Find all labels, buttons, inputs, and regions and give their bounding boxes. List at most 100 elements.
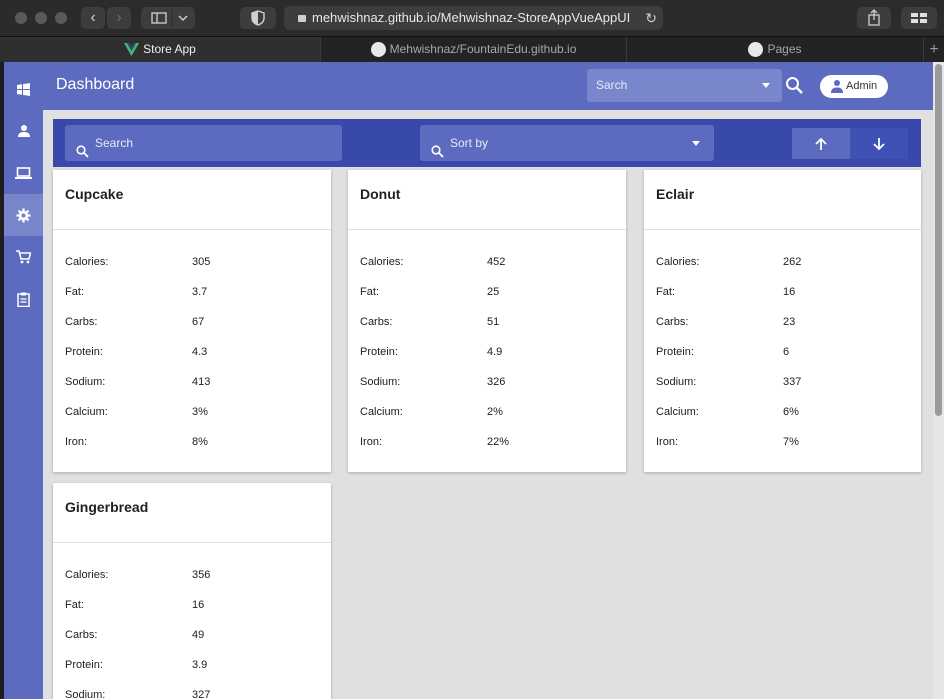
field-label: Iron:	[360, 436, 383, 448]
search-icon	[76, 136, 89, 172]
field-label: Calories:	[65, 256, 109, 268]
drawer-item-devices[interactable]	[4, 152, 43, 194]
list-item: Iron: 8%	[53, 436, 331, 466]
tab-fountainedu[interactable]: Mehwishnaz/FountainEdu.github.io	[321, 37, 627, 62]
field-value: 305	[192, 256, 211, 268]
share-button[interactable]	[857, 7, 891, 29]
drawer-item-settings[interactable]	[4, 194, 43, 236]
tab-store-app[interactable]: Store App	[0, 37, 321, 62]
shield-icon	[251, 10, 265, 26]
field-label: Sodium:	[656, 376, 697, 388]
drawer-item-home[interactable]	[4, 68, 43, 110]
list-item: Carbs: 67	[53, 316, 331, 346]
field-label: Fat:	[65, 286, 84, 298]
field-label: Calcium:	[65, 406, 108, 418]
field-label: Iron:	[656, 436, 679, 448]
tab-overview-button[interactable]	[901, 7, 937, 29]
field-value: 4.9	[487, 346, 503, 358]
field-value: 49	[192, 629, 205, 641]
list-item: Sodium: 326	[348, 376, 626, 406]
field-value: 67	[192, 316, 205, 328]
card-title: Eclair	[644, 170, 921, 230]
top-search-select[interactable]: Sarch	[587, 69, 782, 102]
browser-titlebar: ‹ › mehwishnaz.github.io/Mehwishnaz-Stor…	[0, 0, 944, 36]
arrow-down-icon	[873, 137, 885, 150]
field-value: 23	[783, 316, 796, 328]
github-icon	[370, 42, 386, 58]
sidebar-toggle-button[interactable]	[141, 7, 195, 29]
zoom-window-button[interactable]	[55, 12, 67, 24]
list-item: Calories: 305	[53, 256, 331, 286]
search-icon	[431, 136, 444, 172]
forward-button[interactable]: ›	[107, 7, 131, 29]
sort-placeholder: Sort by	[450, 136, 489, 150]
list-item: Fat: 25	[348, 286, 626, 316]
page-title: Dashboard	[56, 76, 135, 93]
list-item: Iron: 7%	[644, 436, 921, 466]
tab-label: Mehwishnaz/FountainEdu.github.io	[389, 42, 577, 56]
search-input[interactable]: Search	[65, 125, 342, 161]
field-value: 4.3	[192, 346, 208, 358]
scrollbar-thumb[interactable]	[935, 64, 942, 416]
item-card-eclair: Eclair Calories: 262 Fat: 16 Carbs: 23 Prot…	[644, 170, 921, 472]
field-label: Protein:	[65, 346, 103, 358]
list-item: Carbs: 23	[644, 316, 921, 346]
back-button[interactable]: ‹	[81, 7, 105, 29]
field-label: Protein:	[360, 346, 398, 358]
field-label: Fat:	[65, 599, 84, 611]
drawer-item-orders[interactable]	[4, 278, 43, 320]
sort-descending-button[interactable]	[850, 128, 908, 159]
privacy-shield-button[interactable]	[240, 7, 276, 29]
reload-icon[interactable]: ↻	[645, 6, 657, 30]
admin-chip[interactable]: Admin	[820, 75, 888, 98]
field-label: Calories:	[360, 256, 404, 268]
chevron-down-icon	[692, 141, 700, 146]
url-text: mehwishnaz.github.io/Mehwishnaz-StoreApp…	[312, 10, 631, 25]
admin-label: Admin	[846, 80, 878, 92]
field-label: Fat:	[656, 286, 675, 298]
field-label: Calories:	[656, 256, 700, 268]
field-label: Iron:	[65, 436, 88, 448]
vue-logo-icon	[124, 43, 140, 57]
field-label: Carbs:	[360, 316, 393, 328]
item-card-gingerbread: Gingerbread Calories: 356 Fat: 16 Carbs: 49…	[53, 483, 331, 699]
field-label: Carbs:	[656, 316, 689, 328]
field-value: 3%	[192, 406, 208, 418]
list-item: Fat: 3.7	[53, 286, 331, 316]
tab-pages[interactable]: Pages	[627, 37, 924, 62]
field-label: Calcium:	[360, 406, 403, 418]
field-value: 6	[783, 346, 790, 358]
address-bar[interactable]: mehwishnaz.github.io/Mehwishnaz-StoreApp…	[284, 6, 663, 30]
close-window-button[interactable]	[15, 12, 27, 24]
lock-icon	[298, 15, 306, 22]
field-label: Sodium:	[360, 376, 401, 388]
sidebar-icon	[151, 9, 188, 27]
drawer-item-users[interactable]	[4, 110, 43, 152]
field-label: Calories:	[65, 569, 109, 581]
field-value: 356	[192, 569, 211, 581]
field-value: 16	[783, 286, 796, 298]
share-icon	[868, 9, 880, 26]
list-item: Sodium: 327	[53, 689, 331, 699]
field-value: 6%	[783, 406, 799, 418]
drawer-item-cart[interactable]	[4, 236, 43, 278]
list-item: Carbs: 51	[348, 316, 626, 346]
list-item: Calcium: 6%	[644, 406, 921, 436]
new-tab-button[interactable]: +	[924, 37, 944, 62]
list-item: Calories: 262	[644, 256, 921, 286]
sort-ascending-button[interactable]	[792, 128, 850, 159]
field-value: 22%	[487, 436, 510, 448]
minimize-window-button[interactable]	[35, 12, 47, 24]
windows-icon	[17, 82, 30, 96]
field-value: 413	[192, 376, 211, 388]
list-item: Protein: 4.3	[53, 346, 331, 376]
field-value: 452	[487, 256, 506, 268]
sort-by-select[interactable]: Sort by	[420, 125, 714, 161]
github-icon	[748, 42, 764, 58]
list-item: Iron: 22%	[348, 436, 626, 466]
field-label: Fat:	[360, 286, 379, 298]
field-value: 2%	[487, 406, 503, 418]
search-icon[interactable]	[785, 76, 804, 100]
field-label: Protein:	[65, 659, 103, 671]
list-item: Calories: 356	[53, 569, 331, 599]
